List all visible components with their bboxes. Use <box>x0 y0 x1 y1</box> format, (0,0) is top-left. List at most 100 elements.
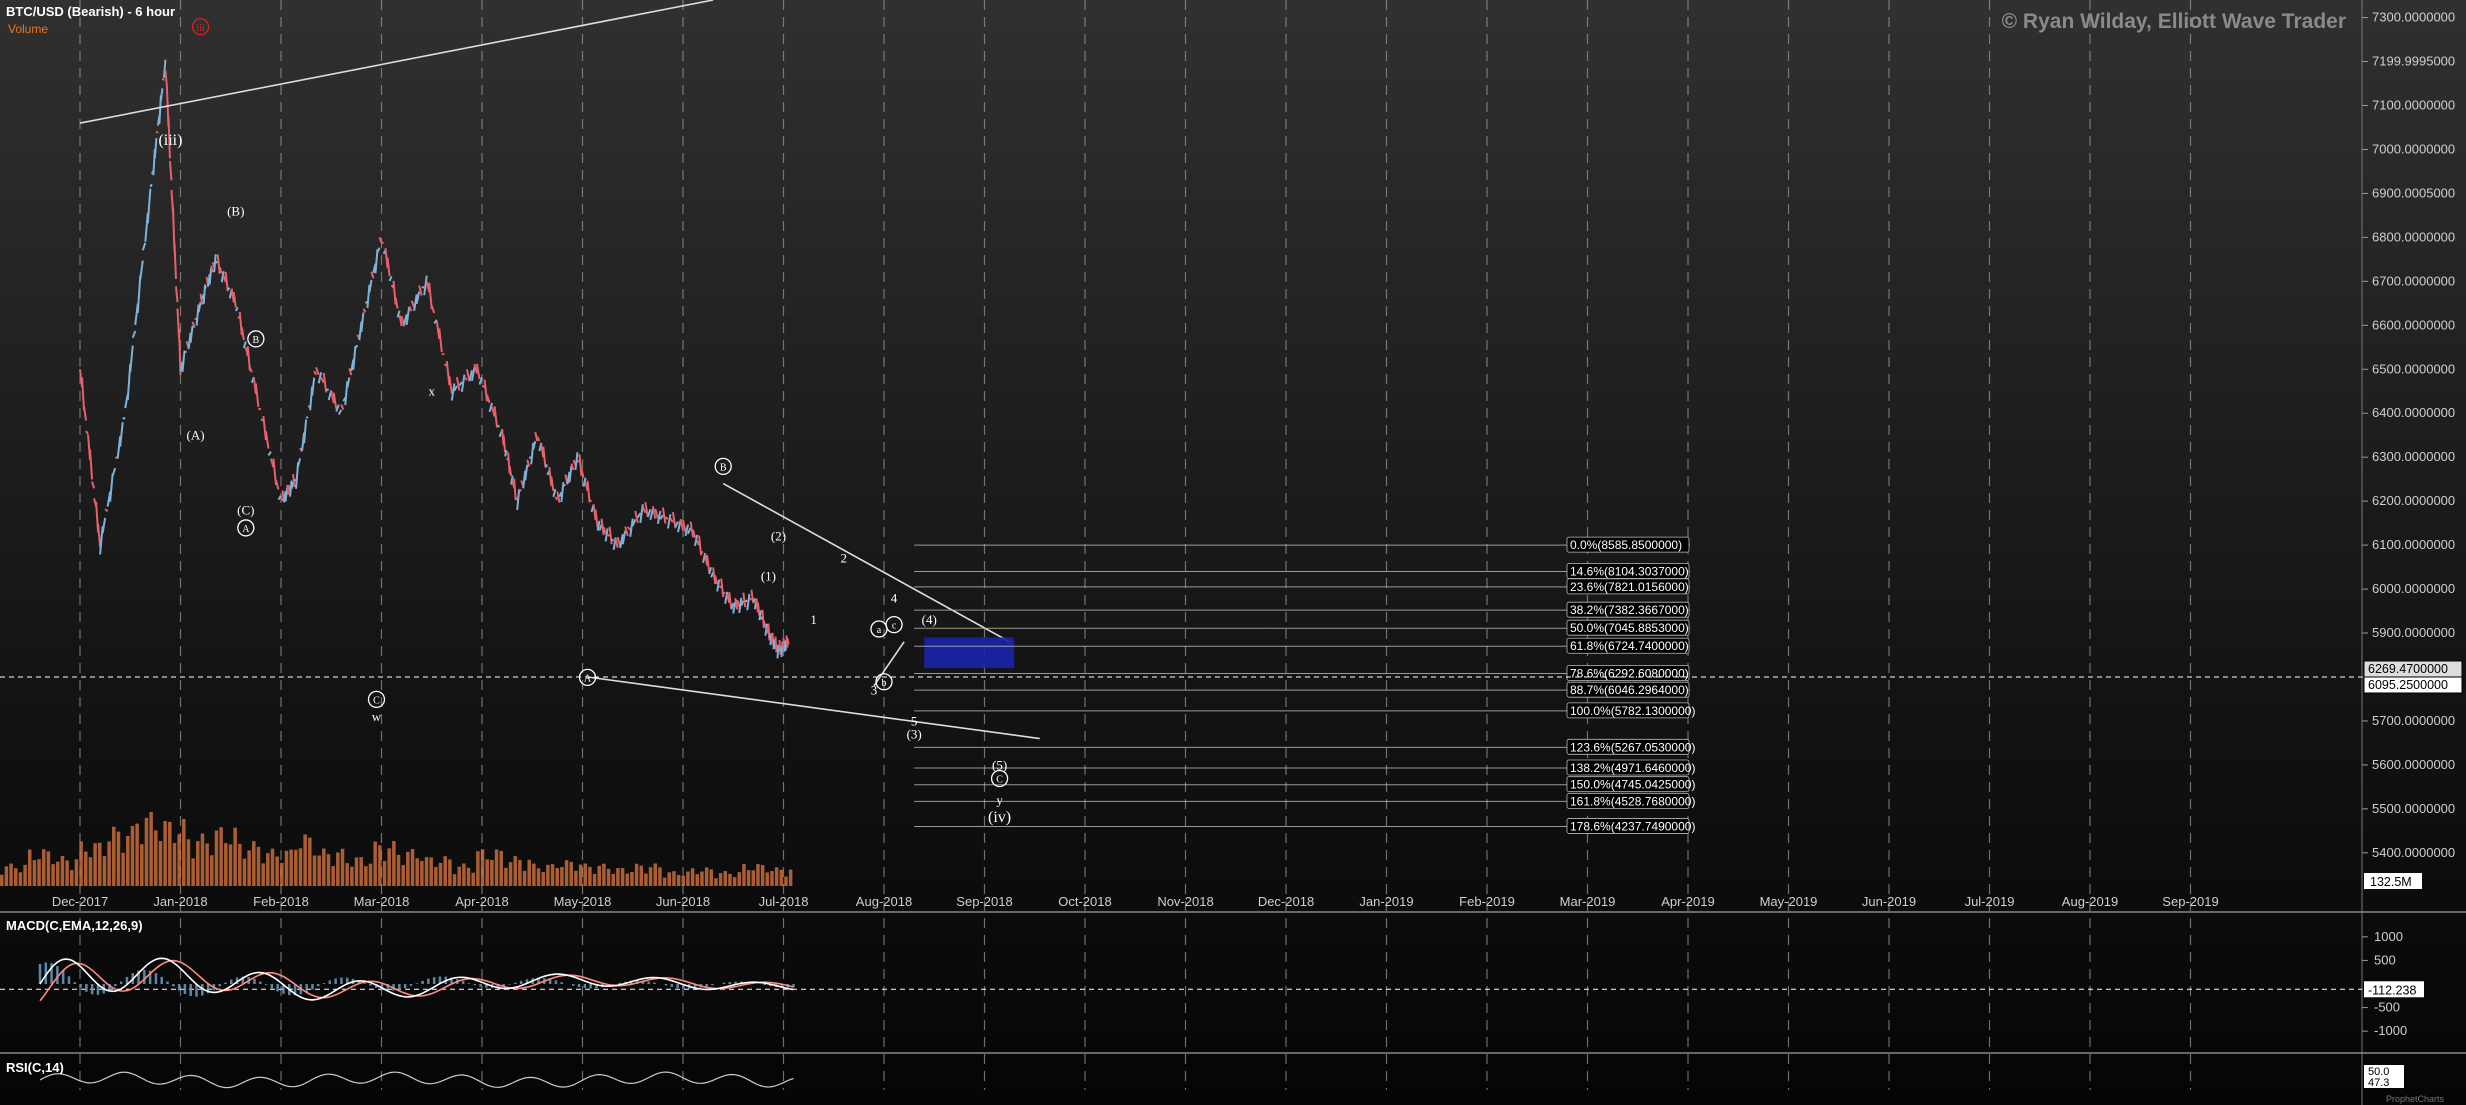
volume-bar <box>723 871 728 886</box>
volume-bar <box>410 849 415 886</box>
volume-bar <box>238 843 242 886</box>
volume-bar <box>611 873 616 886</box>
price-candle <box>297 458 302 467</box>
volume-bar <box>494 849 499 886</box>
price-candle <box>423 275 428 296</box>
volume-bar <box>760 864 765 886</box>
volume-bar <box>695 874 700 886</box>
price-candle <box>197 301 202 313</box>
x-tick-label: Apr-2019 <box>1661 894 1714 909</box>
volume-bar <box>606 868 611 886</box>
price-candle <box>189 325 194 343</box>
price-candle <box>518 488 522 492</box>
volume-bar <box>224 843 228 886</box>
volume-bar <box>270 848 275 886</box>
volume-bar <box>126 835 130 886</box>
volume-bar <box>107 841 111 886</box>
volume-bar <box>667 872 672 886</box>
fib-label: 138.2%(4971.6460000) <box>1570 761 1695 775</box>
volume-bar <box>79 841 83 886</box>
price-candle <box>388 275 393 282</box>
price-candle <box>689 521 695 538</box>
volume-bar <box>112 826 116 886</box>
x-tick-label: Dec-2017 <box>52 894 108 909</box>
price-candle <box>146 188 152 224</box>
y-tick-label: 6600.0000000 <box>2372 317 2455 332</box>
price-candle <box>674 521 679 528</box>
price-candle <box>748 596 753 601</box>
volume-bar <box>424 857 429 886</box>
price-candle <box>651 506 657 519</box>
macd-line <box>39 957 794 1001</box>
price-candle <box>394 297 399 309</box>
wave-label: (1) <box>761 568 776 583</box>
price-candle <box>438 328 443 353</box>
volume-bar <box>555 867 559 886</box>
price-candle <box>644 501 649 518</box>
price-candle <box>722 591 726 595</box>
volume-bar <box>625 873 630 886</box>
price-candle <box>381 241 384 245</box>
volume-bar <box>364 866 368 886</box>
rsi-line <box>39 1071 794 1089</box>
chart-root: Dec-2017 Jan-2018 Feb-2018 Mar-2018 Apr-2018… <box>0 0 2466 1105</box>
volume-bar <box>373 841 377 886</box>
price-candle <box>493 406 499 428</box>
volume-bar <box>158 841 163 886</box>
price-candle <box>646 509 652 518</box>
volume-bar <box>406 851 410 886</box>
price-candle <box>761 609 765 629</box>
macd-label: MACD(C,EMA,12,26,9) <box>6 918 143 933</box>
volume-bar <box>0 874 4 886</box>
volume-bar <box>518 859 522 886</box>
volume-bar <box>336 852 340 886</box>
volume-bar <box>32 860 37 886</box>
volume-bar <box>583 863 587 886</box>
price-candle <box>445 360 451 386</box>
volume-bar <box>396 854 401 886</box>
price-candle <box>181 350 186 372</box>
price-candle <box>614 538 619 548</box>
price-candle <box>470 366 476 382</box>
volume-bar <box>93 843 97 886</box>
volume-bar <box>135 823 139 886</box>
volume-tag-label: 132.5M <box>2370 875 2412 889</box>
volume-bar <box>536 868 541 886</box>
price-candle <box>216 254 221 274</box>
volume-bar <box>602 863 606 886</box>
volume-bar <box>182 818 186 886</box>
price-chart[interactable]: Dec-2017 Jan-2018 Feb-2018 Mar-2018 Apr-2018… <box>0 0 2466 1105</box>
price-candle <box>332 392 338 410</box>
watermark: ProphetCharts <box>2386 1094 2445 1104</box>
volume-bar <box>462 863 466 886</box>
price-candle <box>330 390 335 404</box>
price-candle <box>195 304 200 326</box>
volume-bar <box>588 866 592 886</box>
price-candle <box>776 644 780 659</box>
price-candle <box>430 305 436 314</box>
volume-bar <box>37 859 41 886</box>
price-candle <box>706 555 711 572</box>
price-candle <box>234 307 239 312</box>
price-candle <box>246 346 251 371</box>
volume-bar <box>18 872 23 886</box>
x-tick-label: Sep-2018 <box>956 894 1012 909</box>
price-tag-label: 6269.4700000 <box>2368 662 2448 676</box>
price-candle <box>744 599 748 603</box>
wave-label: (2) <box>771 529 786 544</box>
wave-label: y <box>996 792 1003 807</box>
wave-label: x <box>429 384 436 399</box>
volume-bar <box>774 867 779 886</box>
volume-bar <box>163 821 167 886</box>
wave-label: 3 <box>871 683 878 698</box>
wave-label: C <box>373 695 380 706</box>
volume-bar <box>233 827 237 886</box>
x-tick-label: Jul-2019 <box>1965 894 2015 909</box>
volume-bar <box>149 811 153 886</box>
volume-bar <box>560 867 564 886</box>
volume-bar <box>620 868 625 886</box>
volume-bar <box>499 850 503 886</box>
price-candle <box>756 602 761 616</box>
volume-bar <box>196 841 200 886</box>
y-tick-label: 5900.0000000 <box>2372 625 2455 640</box>
